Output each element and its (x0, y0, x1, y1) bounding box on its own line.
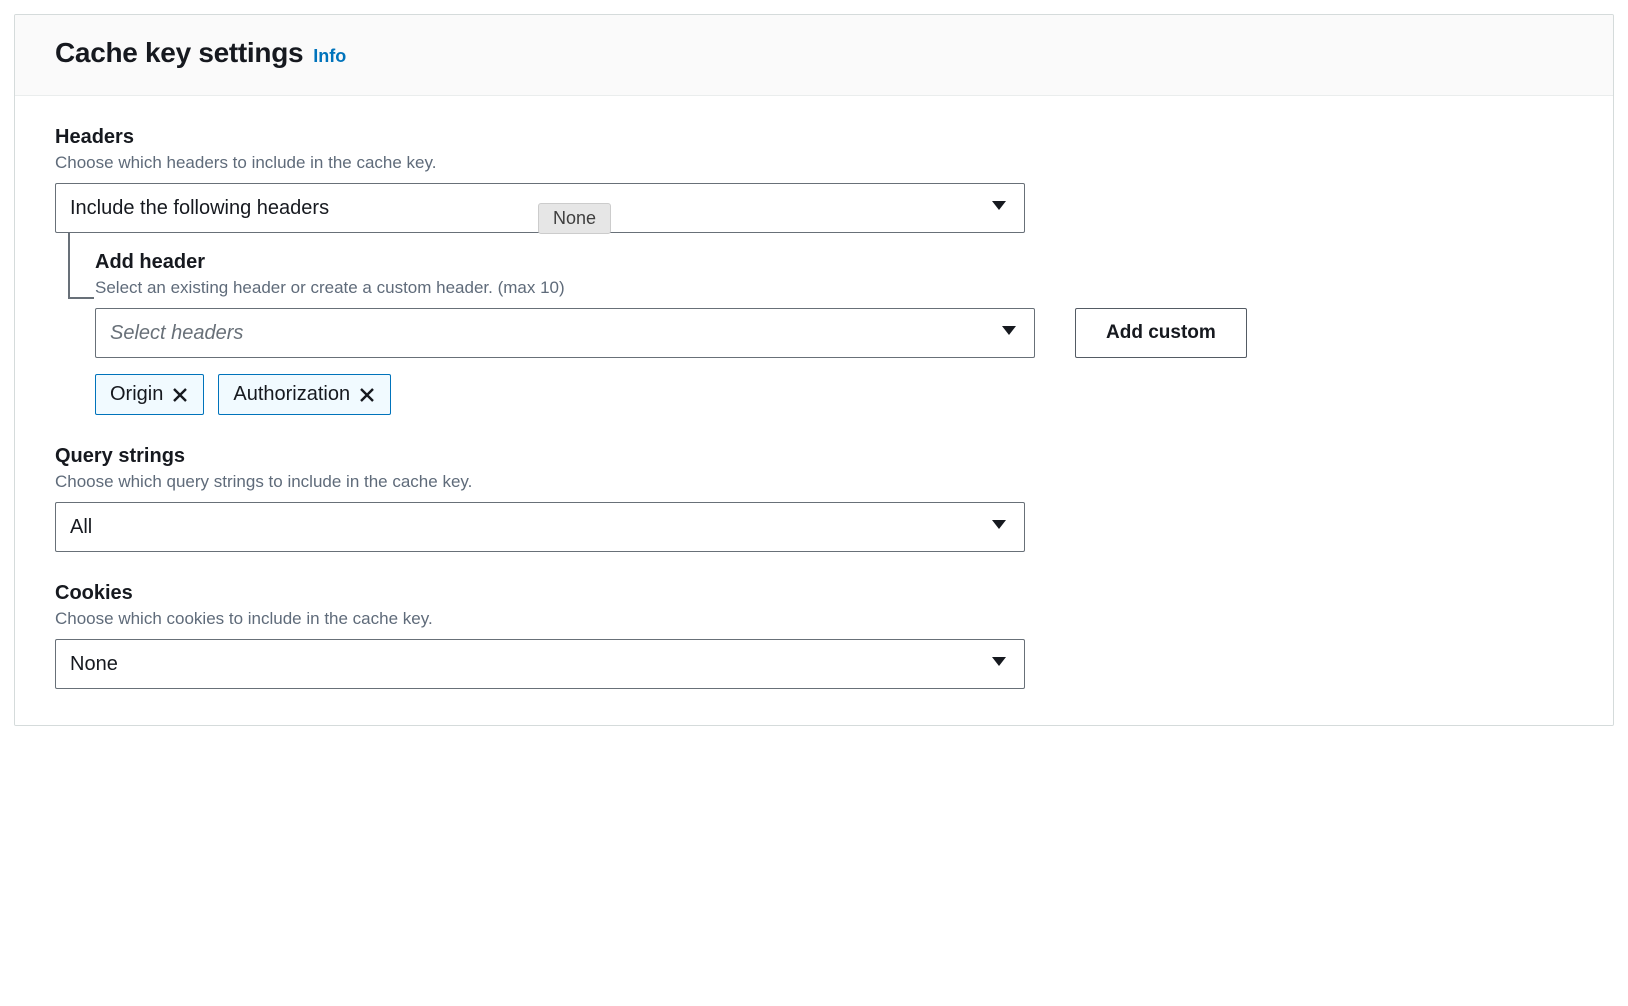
remove-header-origin-button[interactable] (171, 386, 189, 404)
headers-description: Choose which headers to include in the c… (55, 153, 1573, 173)
header-tag-label: Origin (110, 383, 163, 406)
query-strings-label: Query strings (55, 445, 1573, 468)
add-custom-button[interactable]: Add custom (1075, 308, 1247, 358)
cookies-select-value: None (55, 639, 1025, 689)
cookies-description: Choose which cookies to include in the c… (55, 609, 1573, 629)
header-tag: Authorization (218, 374, 391, 415)
panel-header: Cache key settings Info (15, 15, 1613, 96)
add-header-select[interactable]: Select headers (95, 308, 1035, 358)
add-header-label: Add header (95, 251, 1573, 274)
headers-label: Headers (55, 126, 1573, 149)
cookies-select[interactable]: None (55, 639, 1025, 689)
add-header-select-placeholder: Select headers (95, 308, 1035, 358)
add-header-section: None Add header Select an existing heade… (95, 251, 1573, 415)
remove-header-authorization-button[interactable] (358, 386, 376, 404)
selected-headers-tags: Origin Authorization (95, 374, 1573, 415)
cookies-field: Cookies Choose which cookies to include … (55, 582, 1573, 689)
add-header-description: Select an existing header or create a cu… (95, 278, 1573, 298)
tree-connector (68, 233, 94, 299)
tooltip-none: None (538, 203, 611, 234)
query-strings-description: Choose which query strings to include in… (55, 472, 1573, 492)
query-strings-select[interactable]: All (55, 502, 1025, 552)
cookies-label: Cookies (55, 582, 1573, 605)
panel-body: Headers Choose which headers to include … (15, 96, 1613, 725)
panel-title: Cache key settings (55, 37, 303, 69)
header-tag-label: Authorization (233, 383, 350, 406)
header-tag: Origin (95, 374, 204, 415)
query-strings-field: Query strings Choose which query strings… (55, 445, 1573, 552)
headers-field: Headers Choose which headers to include … (55, 126, 1573, 415)
info-link[interactable]: Info (313, 46, 346, 67)
query-strings-select-value: All (55, 502, 1025, 552)
cache-key-settings-panel: Cache key settings Info Headers Choose w… (14, 14, 1614, 726)
add-header-row: Select headers Add custom (95, 308, 1573, 358)
